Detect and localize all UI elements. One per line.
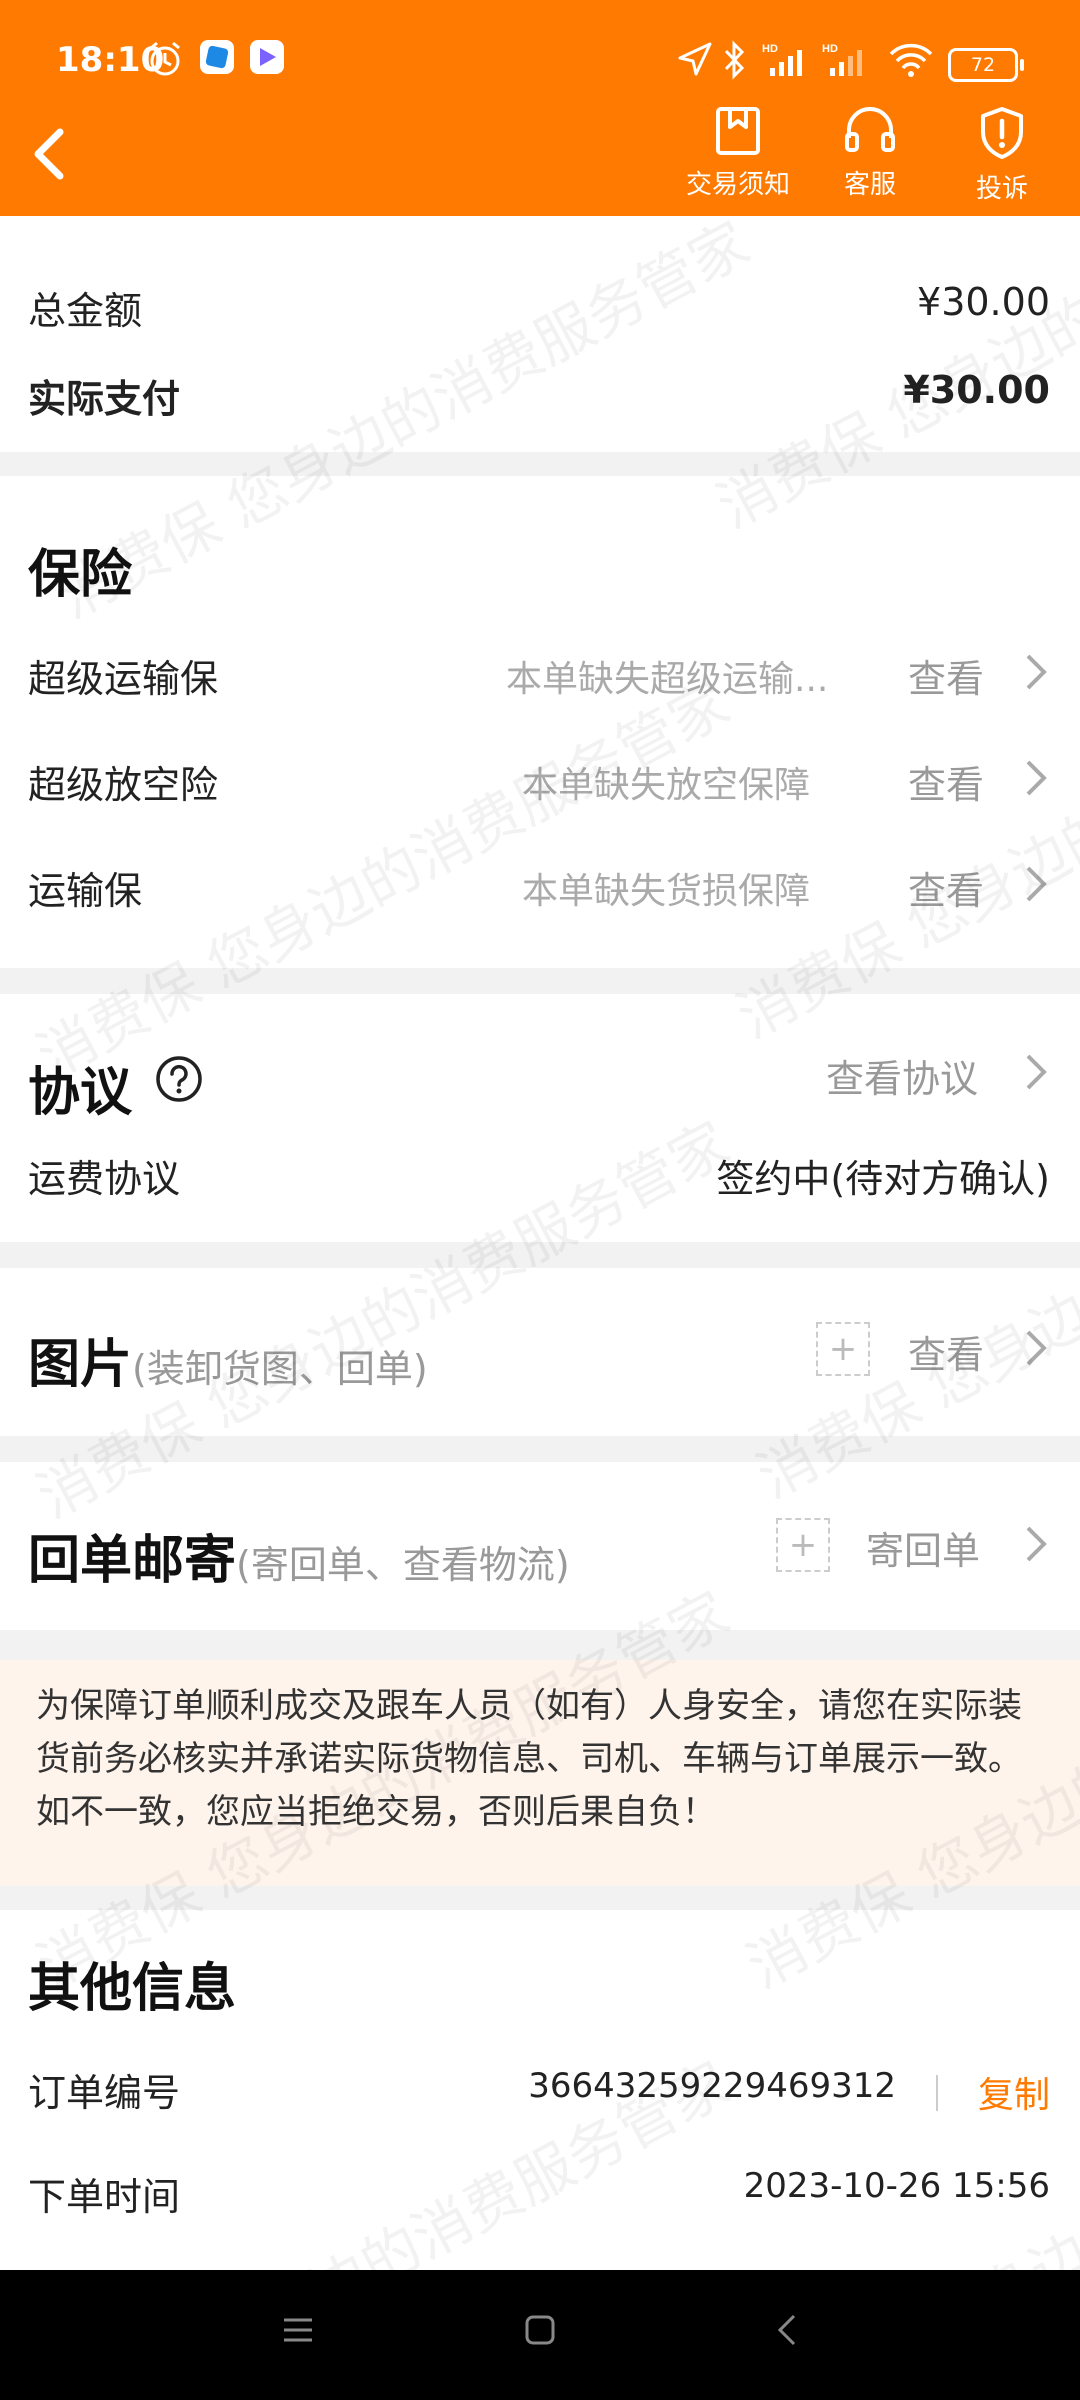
- home-square-icon[interactable]: [522, 2312, 558, 2348]
- alarm-icon: [150, 41, 180, 76]
- safety-notice: 为保障订单顺利成交及跟车人员（如有）人身安全，请您在实际装货前务必核实并承诺实际…: [0, 1660, 1080, 1886]
- insurance-title: 保险: [28, 545, 133, 605]
- back-icon[interactable]: [770, 2312, 806, 2348]
- insurance-view-link[interactable]: 查看: [908, 860, 984, 915]
- app-notification-icon: [200, 40, 234, 74]
- photos-view-link[interactable]: 查看: [908, 1324, 984, 1379]
- system-nav-bar: [0, 2270, 1080, 2400]
- actual-paid-value: ¥30.00: [903, 368, 1050, 412]
- order-number-value: 36643259229469312: [528, 2066, 896, 2106]
- receipt-mail-title: 回单邮寄(寄回单、查看物流): [28, 1518, 570, 1593]
- battery-indicator: 72: [948, 48, 1024, 82]
- shield-alert-icon: [981, 107, 1023, 159]
- photos-title-text: 图片: [28, 1335, 133, 1395]
- app-header: 18:10 HD HD 72 交易须知 客服 投诉: [0, 0, 1080, 216]
- customer-service-label: 客服: [843, 170, 896, 200]
- fee-card: 总金额 ¥30.00 实际支付 ¥30.00: [0, 200, 1080, 452]
- copy-divider: [936, 2075, 938, 2111]
- wifi-icon: [889, 43, 933, 77]
- headset-icon: [845, 107, 895, 152]
- insurance-hint: 本单缺失货损保障: [522, 871, 811, 912]
- agreement-card: 协议 查看协议 运费协议 签约中(待对方确认): [0, 994, 1080, 1242]
- chevron-right-icon: [1026, 760, 1047, 796]
- receipt-mail-card[interactable]: 回单邮寄(寄回单、查看物流) + 寄回单: [0, 1462, 1080, 1630]
- insurance-label: 超级运输保: [28, 657, 219, 701]
- insurance-card: 保险 超级运输保 本单缺失超级运输... 查看 超级放空险 本单缺失放空保障 查…: [0, 476, 1080, 968]
- complaint-button[interactable]: 投诉: [936, 106, 1068, 206]
- total-amount-value: ¥30.00: [917, 280, 1050, 324]
- insurance-row-super-empty-run[interactable]: 超级放空险 本单缺失放空保障 查看: [0, 754, 1080, 834]
- order-time-value: 2023-10-26 15:56: [743, 2166, 1050, 2206]
- chevron-right-icon: [1026, 654, 1047, 690]
- send-receipt-link[interactable]: 寄回单: [866, 1520, 980, 1575]
- order-time-label: 下单时间: [28, 2175, 181, 2219]
- bookmark-icon: [716, 107, 760, 155]
- freight-agreement-label: 运费协议: [28, 1157, 181, 1201]
- chevron-right-icon: [1026, 1330, 1047, 1366]
- freight-agreement-status: 签约中(待对方确认): [716, 1157, 1050, 1201]
- insurance-row-transport[interactable]: 运输保 本单缺失货损保障 查看: [0, 860, 1080, 940]
- add-receipt-plus[interactable]: +: [776, 1518, 830, 1572]
- play-store-icon: [250, 40, 284, 74]
- bluetooth-icon: [724, 40, 745, 80]
- menu-icon[interactable]: [280, 2312, 316, 2348]
- signal-2-icon: HD: [822, 43, 862, 76]
- photos-card[interactable]: 图片(装卸货图、回单) + 查看: [0, 1268, 1080, 1436]
- agreement-title: 协议: [28, 1063, 133, 1123]
- chevron-right-icon[interactable]: [1020, 1052, 1050, 1092]
- customer-service-button[interactable]: 客服: [804, 106, 936, 206]
- insurance-hint: 本单缺失放空保障: [522, 765, 811, 806]
- signal-1-icon: HD: [762, 43, 802, 76]
- back-chevron-left-icon[interactable]: [20, 122, 84, 186]
- chevron-right-icon: [1026, 1526, 1047, 1562]
- chevron-right-icon: [1026, 866, 1047, 902]
- receipt-mail-title-text: 回单邮寄: [28, 1531, 237, 1591]
- svg-text:HD: HD: [762, 43, 778, 55]
- photos-subtitle: (装卸货图、回单): [132, 1347, 428, 1391]
- insurance-label: 超级放空险: [28, 763, 219, 807]
- trade-notice-button[interactable]: 交易须知: [672, 106, 804, 206]
- help-question-icon[interactable]: [154, 1054, 204, 1104]
- trade-notice-label: 交易须知: [685, 170, 790, 200]
- other-info-card: 其他信息 订单编号 36643259229469312 下单时间 2023-10…: [0, 1910, 1080, 2270]
- photos-title: 图片(装卸货图、回单): [28, 1322, 428, 1397]
- order-number-label: 订单编号: [28, 2071, 181, 2115]
- insurance-view-link[interactable]: 查看: [908, 754, 984, 809]
- location-icon: [678, 42, 712, 76]
- add-photo-plus[interactable]: +: [816, 1322, 870, 1376]
- total-amount-label: 总金额: [28, 289, 143, 333]
- copy-order-number-button[interactable]: 复制: [978, 2066, 1050, 2118]
- safety-notice-text: 为保障订单顺利成交及跟车人员（如有）人身安全，请您在实际装货前务必核实并承诺实际…: [36, 1686, 1022, 1832]
- receipt-mail-subtitle: (寄回单、查看物流): [236, 1543, 570, 1587]
- insurance-view-link[interactable]: 查看: [908, 648, 984, 703]
- svg-text:HD: HD: [822, 43, 838, 55]
- insurance-row-super-transport[interactable]: 超级运输保 本单缺失超级运输... 查看: [0, 648, 1080, 728]
- complaint-label: 投诉: [975, 174, 1028, 204]
- other-info-title: 其他信息: [28, 1959, 237, 2019]
- insurance-hint: 本单缺失超级运输...: [506, 659, 829, 700]
- insurance-label: 运输保: [28, 869, 143, 913]
- actual-paid-label: 实际支付: [28, 377, 181, 421]
- view-agreement-link[interactable]: 查看协议: [826, 1048, 978, 1103]
